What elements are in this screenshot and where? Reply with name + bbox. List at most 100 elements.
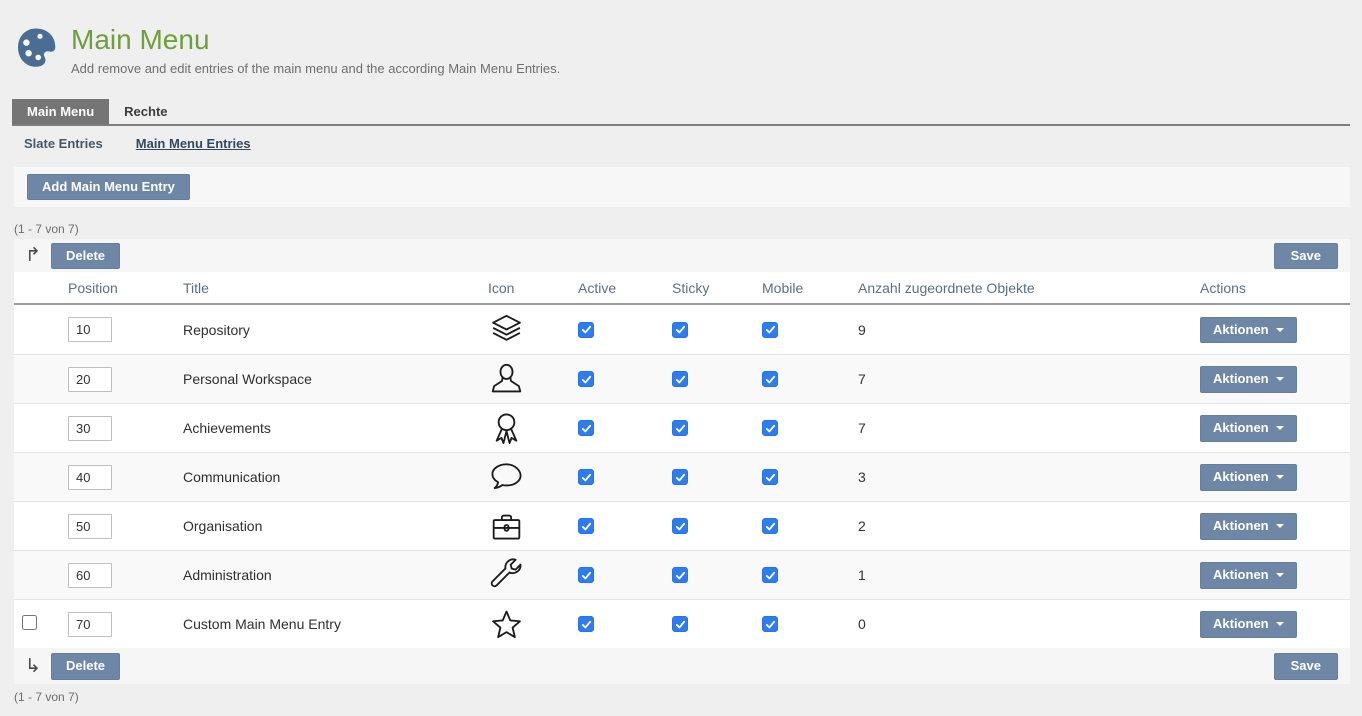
sticky-checkbox[interactable]	[672, 518, 688, 534]
column-header-active: Active	[564, 280, 658, 296]
page-subtitle: Add remove and edit entries of the main …	[71, 61, 560, 76]
tab-bar: Main Menu Rechte	[12, 99, 1350, 126]
table-header-row: Position Title Icon Active Sticky Mobile…	[14, 272, 1350, 305]
sticky-checkbox[interactable]	[672, 616, 688, 632]
mobile-checkbox[interactable]	[762, 420, 778, 436]
row-icon	[488, 508, 525, 545]
assigned-objects-count: 7	[844, 420, 1186, 436]
delete-button-bottom[interactable]: Delete	[51, 653, 120, 679]
position-input[interactable]	[68, 317, 112, 342]
column-header-sticky: Sticky	[658, 280, 748, 296]
row-icon	[488, 311, 525, 348]
position-input[interactable]	[68, 367, 112, 392]
position-input[interactable]	[68, 514, 112, 539]
table-body: Repository 9 Aktionen	[14, 305, 1350, 648]
subtab-bar: Slate Entries Main Menu Entries	[0, 126, 1362, 157]
active-checkbox[interactable]	[578, 518, 594, 534]
save-button-top[interactable]: Save	[1274, 243, 1338, 269]
palette-icon	[14, 26, 60, 70]
active-checkbox[interactable]	[578, 322, 594, 338]
column-header-actions: Actions	[1186, 280, 1350, 296]
table-row: Organisation 2 Aktionen	[14, 501, 1350, 550]
chevron-down-icon	[1276, 475, 1284, 479]
row-title: Communication	[169, 469, 474, 485]
position-input[interactable]	[68, 416, 112, 441]
active-checkbox[interactable]	[578, 469, 594, 485]
row-actions-button[interactable]: Aktionen	[1200, 562, 1297, 588]
row-icon	[488, 557, 525, 594]
column-header-title: Title	[169, 280, 474, 296]
chevron-down-icon	[1276, 622, 1284, 626]
subtab-main-menu-entries[interactable]: Main Menu Entries	[136, 136, 251, 151]
delete-button-top[interactable]: Delete	[51, 243, 120, 269]
row-actions-button[interactable]: Aktionen	[1200, 317, 1297, 343]
chevron-down-icon	[1276, 524, 1284, 528]
sticky-checkbox[interactable]	[672, 420, 688, 436]
active-checkbox[interactable]	[578, 420, 594, 436]
save-button-bottom[interactable]: Save	[1274, 653, 1338, 679]
assigned-objects-count: 1	[844, 567, 1186, 583]
table-row: Personal Workspace 7 Aktionen	[14, 354, 1350, 403]
row-actions-button[interactable]: Aktionen	[1200, 415, 1297, 441]
row-title: Personal Workspace	[169, 371, 474, 387]
position-input[interactable]	[68, 563, 112, 588]
row-select-checkbox[interactable]	[22, 615, 37, 630]
sticky-checkbox[interactable]	[672, 567, 688, 583]
chevron-down-icon	[1276, 328, 1284, 332]
assigned-objects-count: 9	[844, 322, 1186, 338]
chevron-down-icon	[1276, 573, 1284, 577]
sticky-checkbox[interactable]	[672, 322, 688, 338]
row-actions-button[interactable]: Aktionen	[1200, 464, 1297, 490]
pagination-bottom: (1 - 7 von 7)	[14, 690, 1348, 704]
position-input[interactable]	[68, 612, 112, 637]
main-menu-table: ↱ Delete Save Position Title Icon Active…	[14, 239, 1350, 684]
select-upward-arrow-icon: ↱	[22, 246, 44, 265]
active-checkbox[interactable]	[578, 616, 594, 632]
row-actions-button[interactable]: Aktionen	[1200, 513, 1297, 539]
page-title: Main Menu	[71, 24, 560, 56]
sticky-checkbox[interactable]	[672, 371, 688, 387]
mobile-checkbox[interactable]	[762, 567, 778, 583]
chevron-down-icon	[1276, 377, 1284, 381]
position-input[interactable]	[68, 465, 112, 490]
assigned-objects-count: 7	[844, 371, 1186, 387]
assigned-objects-count: 0	[844, 616, 1186, 632]
active-checkbox[interactable]	[578, 567, 594, 583]
table-top-toolbar: ↱ Delete Save	[14, 239, 1350, 272]
table-bottom-toolbar: ↳ Delete Save	[14, 648, 1350, 684]
assigned-objects-count: 3	[844, 469, 1186, 485]
mobile-checkbox[interactable]	[762, 469, 778, 485]
row-title: Custom Main Menu Entry	[169, 616, 474, 632]
row-icon	[488, 459, 525, 496]
table-row: Custom Main Menu Entry 0 Aktionen	[14, 599, 1350, 648]
sticky-checkbox[interactable]	[672, 469, 688, 485]
row-title: Administration	[169, 567, 474, 583]
tab-rechte[interactable]: Rechte	[109, 99, 182, 124]
mobile-checkbox[interactable]	[762, 322, 778, 338]
table-row: Achievements 7 Aktionen	[14, 403, 1350, 452]
tab-main-menu[interactable]: Main Menu	[12, 99, 109, 124]
mobile-checkbox[interactable]	[762, 518, 778, 534]
row-icon	[488, 361, 525, 398]
row-title: Achievements	[169, 420, 474, 436]
pagination-top: (1 - 7 von 7)	[14, 222, 1348, 236]
active-checkbox[interactable]	[578, 371, 594, 387]
mobile-checkbox[interactable]	[762, 371, 778, 387]
table-row: Communication 3 Aktionen	[14, 452, 1350, 501]
subtab-slate-entries[interactable]: Slate Entries	[24, 136, 103, 151]
row-title: Organisation	[169, 518, 474, 534]
page-header: Main Menu Add remove and edit entries of…	[0, 0, 1362, 76]
column-header-mobile: Mobile	[748, 280, 844, 296]
chevron-down-icon	[1276, 426, 1284, 430]
row-icon	[488, 410, 525, 447]
row-actions-button[interactable]: Aktionen	[1200, 611, 1297, 637]
select-downward-arrow-icon: ↳	[22, 657, 44, 676]
row-actions-button[interactable]: Aktionen	[1200, 366, 1297, 392]
toolbar: Add Main Menu Entry	[14, 167, 1350, 207]
table-row: Repository 9 Aktionen	[14, 305, 1350, 354]
add-main-menu-entry-button[interactable]: Add Main Menu Entry	[27, 174, 190, 200]
row-icon	[488, 606, 525, 643]
mobile-checkbox[interactable]	[762, 616, 778, 632]
assigned-objects-count: 2	[844, 518, 1186, 534]
table-row: Administration 1 Aktionen	[14, 550, 1350, 599]
